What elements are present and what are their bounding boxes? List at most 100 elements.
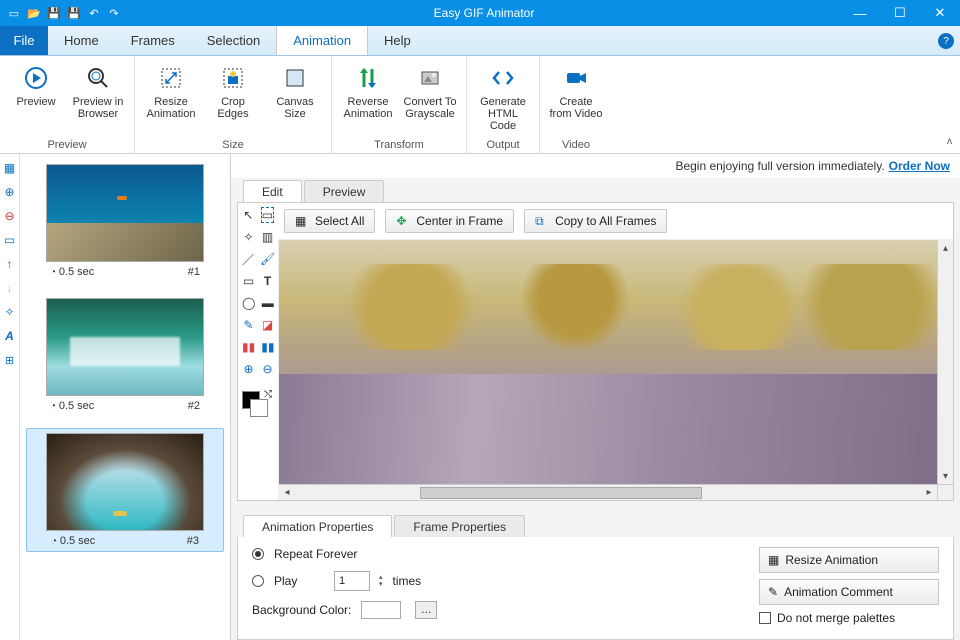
help-icon[interactable]: ?	[938, 33, 954, 49]
qat-redo-icon[interactable]: ↷	[106, 5, 122, 21]
create-from-video-button[interactable]: Create from Video	[548, 60, 604, 120]
qat-undo-icon[interactable]: ↶	[86, 5, 102, 21]
minimize-icon[interactable]: —	[840, 0, 880, 26]
animation-comment-button[interactable]: ✎Animation Comment	[759, 579, 939, 605]
tab-animation[interactable]: Animation	[276, 26, 368, 55]
rotate-tool-icon[interactable]: ▮▮	[261, 339, 274, 355]
order-now-link[interactable]: Order Now	[889, 159, 950, 173]
sidetool-4-icon[interactable]: ▭	[2, 232, 18, 248]
resize-animation-prop-button[interactable]: ▦Resize Animation	[759, 547, 939, 573]
property-tabs: Animation Properties Frame Properties	[237, 513, 954, 537]
frame-index: #3	[187, 535, 199, 547]
canvas-size-button[interactable]: Canvas Size	[267, 60, 323, 120]
play-radio[interactable]	[252, 575, 264, 587]
horizontal-scrollbar[interactable]: ◂▸	[279, 484, 937, 500]
tab-frames[interactable]: Frames	[115, 26, 191, 55]
repeat-forever-radio[interactable]	[252, 548, 264, 560]
preview-browser-button[interactable]: Preview in Browser	[70, 60, 126, 120]
ribbon-group-output: Generate HTML Code Output	[467, 56, 540, 153]
edit-toolbar: ▦Select All ✥Center in Frame ⧉Copy to Al…	[278, 203, 953, 240]
titlebar: ▭ 📂 💾 💾 ↶ ↷ Easy GIF Animator — ☐ ✕	[0, 0, 960, 26]
sidetool-effects-icon[interactable]: ✧	[2, 304, 18, 320]
copy-icon: ⧉	[535, 214, 549, 228]
play-count-input[interactable]: 1	[334, 571, 370, 591]
preview-button[interactable]: Preview	[8, 60, 64, 108]
reverse-animation-button[interactable]: Reverse Animation	[340, 60, 396, 120]
maximize-icon[interactable]: ☐	[880, 0, 920, 26]
tab-home[interactable]: Home	[48, 26, 115, 55]
ellipse-tool-icon[interactable]: ◯	[242, 295, 255, 311]
tab-selection[interactable]: Selection	[191, 26, 276, 55]
convert-grayscale-button[interactable]: Convert To Grayscale	[402, 60, 458, 120]
sidetool-1-icon[interactable]: ▦	[2, 160, 18, 176]
app-title: Easy GIF Animator	[128, 6, 840, 20]
frame-thumbnail	[46, 164, 204, 262]
swap-colors-icon[interactable]: ⤭	[264, 389, 272, 400]
zoom-in-icon[interactable]: ⊕	[242, 361, 255, 377]
frame-duration: 0.5 sec	[50, 400, 94, 412]
line-tool-icon[interactable]: ／	[242, 251, 254, 267]
crop-edges-button[interactable]: Crop Edges	[205, 60, 261, 120]
editor-tabs: Edit Preview	[237, 178, 954, 202]
ribbon-group-size: Resize Animation Crop Edges Canvas Size …	[135, 56, 332, 153]
sidetool-2-icon[interactable]: ⊕	[2, 184, 18, 200]
eraser-tool-icon[interactable]: ◪	[261, 317, 274, 333]
file-menu[interactable]: File	[0, 26, 48, 55]
tab-edit[interactable]: Edit	[243, 180, 302, 202]
play-count-spinner[interactable]: ▴▾	[379, 574, 383, 588]
bg-color-swatch[interactable]	[361, 601, 401, 619]
text-tool-icon[interactable]: T	[261, 273, 274, 289]
bg-color-picker-button[interactable]: …	[415, 601, 437, 619]
qat-saveas-icon[interactable]: 💾	[66, 5, 82, 21]
rect-tool-icon[interactable]: ▭	[242, 273, 255, 289]
marquee-tool-icon[interactable]: ▭	[261, 207, 274, 223]
flip-tool-icon[interactable]: ▮▮	[242, 339, 255, 355]
sidetool-text-icon[interactable]: A	[2, 328, 18, 344]
frame-item[interactable]: 0.5 sec#1	[26, 160, 224, 282]
vertical-scrollbar[interactable]: ▴▾	[937, 240, 953, 484]
canvas-icon	[281, 64, 309, 92]
zoom-out-icon[interactable]: ⊖	[261, 361, 274, 377]
frame-item[interactable]: 0.5 sec#3	[26, 428, 224, 552]
eyedropper-tool-icon[interactable]: ✎	[242, 317, 255, 333]
main-panel: Begin enjoying full version immediately.…	[230, 154, 960, 640]
play-icon	[22, 64, 50, 92]
properties-panel: Repeat Forever Play 1▴▾ times Background…	[237, 537, 954, 640]
pointer-tool-icon[interactable]: ↖	[242, 207, 255, 223]
copy-all-frames-button[interactable]: ⧉Copy to All Frames	[524, 209, 667, 233]
canvas-area: ▴▾ ◂▸	[278, 240, 953, 500]
wand-tool-icon[interactable]: ✧	[242, 229, 255, 245]
tab-anim-props[interactable]: Animation Properties	[243, 515, 392, 537]
canvas[interactable]	[279, 240, 937, 484]
resize-icon: ▦	[768, 553, 779, 567]
qat-open-icon[interactable]: 📂	[26, 5, 42, 21]
sidetool-grid-icon[interactable]: ⊞	[2, 352, 18, 368]
generate-html-button[interactable]: Generate HTML Code	[475, 60, 531, 132]
tab-preview[interactable]: Preview	[304, 180, 385, 202]
no-merge-checkbox[interactable]	[759, 612, 771, 624]
sidetool-down-icon[interactable]: ↓	[2, 280, 18, 296]
qat-new-icon[interactable]: ▭	[6, 5, 22, 21]
select-all-button[interactable]: ▦Select All	[284, 209, 375, 233]
resize-animation-button[interactable]: Resize Animation	[143, 60, 199, 120]
ribbon-group-preview: Preview Preview in Browser Preview	[0, 56, 135, 153]
close-icon[interactable]: ✕	[920, 0, 960, 26]
tab-frame-props[interactable]: Frame Properties	[394, 515, 525, 537]
move-tool-icon[interactable]: ▥	[261, 229, 274, 245]
code-icon	[489, 64, 517, 92]
qat-save-icon[interactable]: 💾	[46, 5, 62, 21]
sidetool-3-icon[interactable]: ⊖	[2, 208, 18, 224]
menubar: File Home Frames Selection Animation Hel…	[0, 26, 960, 56]
reverse-icon	[354, 64, 382, 92]
ribbon-collapse-icon[interactable]: ʌ	[947, 136, 952, 147]
tab-help[interactable]: Help	[368, 26, 427, 55]
promo-bar: Begin enjoying full version immediately.…	[231, 154, 960, 178]
color-swatch[interactable]: ⤭	[242, 391, 274, 421]
center-frame-button[interactable]: ✥Center in Frame	[385, 209, 514, 233]
frame-item[interactable]: 0.5 sec#2	[26, 294, 224, 416]
brush-tool-icon[interactable]: 🖌	[260, 251, 275, 267]
ribbon-group-video: Create from Video Video	[540, 56, 612, 153]
frame-duration: 0.5 sec	[50, 266, 94, 278]
sidetool-up-icon[interactable]: ↑	[2, 256, 18, 272]
fill-tool-icon[interactable]: ▬	[261, 295, 274, 311]
